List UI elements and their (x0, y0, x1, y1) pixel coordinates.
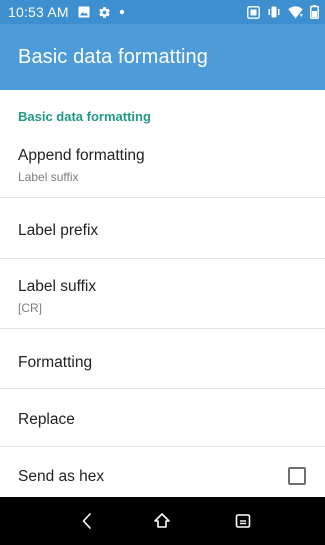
pref-label-prefix[interactable]: Label prefix (0, 221, 325, 241)
recents-icon[interactable] (231, 509, 255, 533)
status-notification-icons (78, 6, 125, 19)
divider (0, 197, 325, 198)
wifi-icon (288, 5, 303, 19)
pref-title: Formatting (18, 354, 93, 371)
pref-title: Label suffix (18, 278, 97, 295)
pref-replace[interactable]: Replace (0, 410, 325, 430)
divider (0, 258, 325, 259)
home-icon[interactable] (150, 509, 174, 533)
navigation-bar (0, 497, 325, 545)
settings-list: Basic data formatting Append formatting … (0, 90, 325, 497)
pref-summary: Label suffix (18, 170, 79, 184)
pref-title: Send as hex (18, 468, 105, 485)
battery-icon (310, 5, 319, 19)
category-header: Basic data formatting (18, 109, 151, 124)
send-as-hex-checkbox[interactable] (288, 467, 306, 485)
pref-title: Label prefix (18, 222, 99, 239)
dot-icon (119, 9, 125, 15)
status-bar: 10:53 AM (0, 0, 325, 24)
cast-icon (247, 5, 260, 19)
screen: 10:53 AM Basic data formatting Basic dat… (0, 0, 325, 545)
pref-label-suffix[interactable]: Label suffix [CR] (0, 277, 325, 316)
divider (0, 446, 325, 447)
pref-append-formatting[interactable]: Append formatting Label suffix (0, 146, 325, 185)
pref-title: Append formatting (18, 147, 145, 164)
pref-formatting[interactable]: Formatting (0, 353, 325, 373)
back-icon[interactable] (75, 509, 99, 533)
status-time: 10:53 AM (8, 4, 69, 20)
pref-send-as-hex[interactable]: Send as hex (0, 467, 325, 487)
app-bar: Basic data formatting (0, 24, 325, 90)
gear-icon (98, 6, 111, 19)
status-system-icons (247, 5, 319, 19)
image-icon (78, 6, 90, 18)
pref-title: Replace (18, 411, 75, 428)
divider (0, 388, 325, 389)
pref-summary: [CR] (18, 301, 42, 315)
divider (0, 328, 325, 329)
vibrate-icon (267, 6, 281, 18)
page-title: Basic data formatting (18, 45, 208, 68)
